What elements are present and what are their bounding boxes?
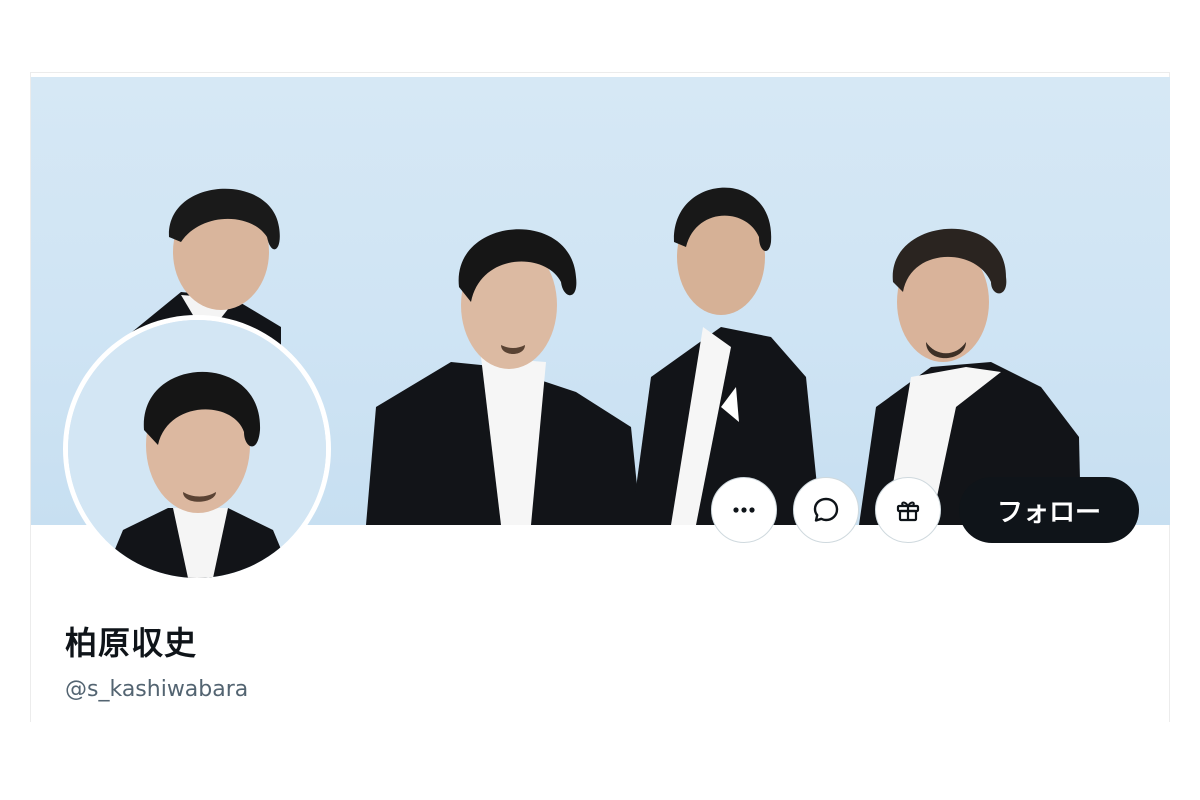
profile-actions: フォロー <box>711 477 1139 543</box>
gift-icon <box>896 501 920 522</box>
follow-button[interactable]: フォロー <box>959 477 1139 543</box>
profile-avatar[interactable] <box>63 315 331 583</box>
more-button[interactable] <box>711 477 777 543</box>
message-button[interactable] <box>793 477 859 543</box>
message-icon <box>813 497 839 522</box>
gift-button[interactable] <box>875 477 941 543</box>
more-icon <box>733 507 755 513</box>
avatar-image <box>68 320 326 578</box>
person-3 <box>631 187 821 525</box>
person-2 <box>366 229 641 525</box>
profile-card: フォロー 柏原収史 @s_kashiwabara <box>30 72 1170 722</box>
display-name: 柏原収史 <box>65 624 198 662</box>
user-handle: @s_kashiwabara <box>65 677 249 702</box>
